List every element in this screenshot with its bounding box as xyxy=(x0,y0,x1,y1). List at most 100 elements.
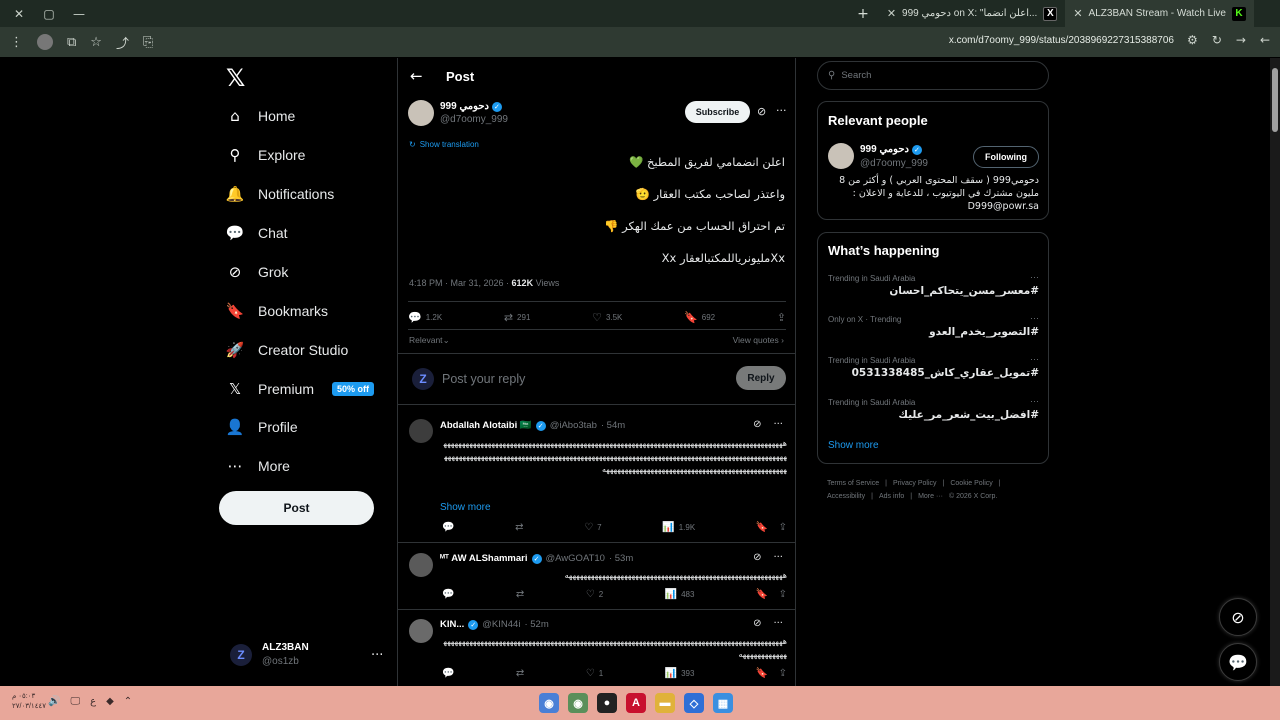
reply-item[interactable]: Abdallah Alotaibi 🇸🇦 ✓ @iAbo3tab · 54m ⊘… xyxy=(398,407,795,543)
nav-profile[interactable]: 👤 Profile xyxy=(226,412,298,442)
avatar[interactable] xyxy=(408,100,434,126)
minimize-window-icon[interactable]: — xyxy=(64,0,94,27)
back-arrow-icon[interactable]: ← xyxy=(410,67,423,85)
like-action[interactable]: ♡ 3.5K xyxy=(592,311,622,324)
views-action[interactable]: 📊 393 xyxy=(665,668,695,679)
views-action[interactable]: 📊 1.9K xyxy=(662,522,695,533)
trend-item[interactable]: Trending in Saudi Arabia ··· #معسر_مسن_ي… xyxy=(828,272,1039,297)
new-tab-button[interactable]: + xyxy=(847,6,879,22)
tab-kick-stream[interactable]: ✕ ALZ3BAN Stream - Watch Live K xyxy=(1065,0,1254,27)
show-translation-link[interactable]: ↻ Show translation xyxy=(409,140,479,149)
app-icon[interactable]: A xyxy=(626,693,646,713)
tab-x-post[interactable]: ✕ دحومي 999 on X: "اعلن انضما... X xyxy=(879,0,1066,27)
reply-action[interactable]: 💬 xyxy=(442,589,454,600)
avatar[interactable] xyxy=(409,553,433,577)
like-action[interactable]: ♡ 2 xyxy=(586,589,603,600)
scrollbar-thumb[interactable] xyxy=(1272,68,1278,132)
chat-fab-icon[interactable]: 💬 xyxy=(1219,643,1257,681)
app-icon[interactable]: ◇ xyxy=(684,693,704,713)
reply-button[interactable]: Reply xyxy=(736,366,786,390)
reply-author-name[interactable]: ᴹᵀ AW ALShammari xyxy=(440,553,528,564)
nav-notifications[interactable]: 🔔 Notifications xyxy=(226,179,335,209)
close-tab-icon[interactable]: ✕ xyxy=(1073,7,1082,20)
footer-link-privacy[interactable]: Privacy Policy xyxy=(893,480,937,487)
reply-item[interactable]: KIN... ✓ @KIN44i · 52m ⊘ ··· هههههههههههه… xyxy=(398,611,795,686)
close-window-icon[interactable]: ✕ xyxy=(4,0,34,27)
nav-bookmarks[interactable]: 🔖 Bookmarks xyxy=(226,296,328,326)
shield-icon[interactable]: ◆ xyxy=(106,696,114,707)
reply-item[interactable]: ᴹᵀ AW ALShammari ✓ @AwGOAT10 · 53m ⊘ ··· … xyxy=(398,544,795,610)
following-button[interactable]: Following xyxy=(973,146,1039,168)
trend-item[interactable]: Trending in Saudi Arabia ··· #افضل_بيت_ش… xyxy=(828,396,1039,421)
folder-icon[interactable]: ▬ xyxy=(655,693,675,713)
more-options-icon[interactable]: ··· xyxy=(773,618,783,629)
reply-sort-dropdown[interactable]: Relevant⌄ xyxy=(409,335,450,346)
search-input[interactable]: ⚲ Search xyxy=(817,61,1049,90)
avatar[interactable] xyxy=(409,419,433,443)
person-handle[interactable]: @d7oomy_999 xyxy=(860,158,928,169)
post-button[interactable]: Post xyxy=(219,491,374,525)
windows-icon[interactable]: ▦ xyxy=(713,693,733,713)
reply-action[interactable]: 💬 xyxy=(442,522,454,533)
reply-author-handle[interactable]: @AwGOAT10 xyxy=(546,553,605,564)
address-url[interactable]: x.com/d7oomy_999/status/2038969227315388… xyxy=(949,35,1174,46)
avatar[interactable] xyxy=(409,619,433,643)
maximize-window-icon[interactable]: ▢ xyxy=(34,0,64,27)
forward-icon[interactable]: → xyxy=(1236,33,1246,47)
like-action[interactable]: ♡ 1 xyxy=(586,668,603,679)
bookmark-star-icon[interactable]: ☆ xyxy=(90,35,102,50)
site-settings-icon[interactable]: ⚙ xyxy=(1187,33,1198,47)
page-scrollbar[interactable] xyxy=(1270,58,1280,686)
extensions-icon[interactable]: ⧉ xyxy=(67,35,76,50)
share-action[interactable]: ⇪ xyxy=(777,311,786,324)
footer-link-cookies[interactable]: Cookie Policy xyxy=(950,480,992,487)
reply-author-name[interactable]: Abdallah Alotaibi 🇸🇦 xyxy=(440,420,532,431)
more-options-icon[interactable]: ··· xyxy=(773,552,783,563)
footer-link-ads[interactable]: Ads info xyxy=(879,493,904,500)
footer-link-terms[interactable]: Terms of Service xyxy=(827,480,879,487)
network-icon[interactable]: 🖵 xyxy=(70,696,80,707)
reply-author-handle[interactable]: @iAbo3tab xyxy=(550,420,597,431)
menu-icon[interactable]: ⋮ xyxy=(10,35,23,50)
back-icon[interactable]: ← xyxy=(1260,33,1270,47)
show-more-link[interactable]: Show more xyxy=(440,502,491,513)
account-switcher[interactable]: Z ALZ3BAN @os1zb xyxy=(230,642,309,667)
more-options-icon[interactable]: ··· xyxy=(1030,354,1039,364)
more-options-icon[interactable]: ··· xyxy=(1030,396,1039,406)
nav-home[interactable]: ⌂ Home xyxy=(226,101,295,131)
grok-fab-icon[interactable]: ⊘ xyxy=(1219,598,1257,636)
reply-author-name[interactable]: KIN... xyxy=(440,619,464,630)
screenshot-icon[interactable]: ⎘ xyxy=(143,35,153,50)
chevron-up-icon[interactable]: ⌃ xyxy=(124,696,132,707)
more-options-icon[interactable]: ··· xyxy=(773,419,783,430)
profile-avatar[interactable] xyxy=(37,34,53,50)
share-icon[interactable]: ⤴ xyxy=(116,33,129,52)
grok-explain-icon[interactable]: ⊘ xyxy=(757,105,766,118)
like-action[interactable]: ♡ 7 xyxy=(584,522,601,533)
more-options-icon[interactable]: ··· xyxy=(1030,272,1039,282)
grok-explain-icon[interactable]: ⊘ xyxy=(753,552,761,563)
repost-action[interactable]: ⇄ xyxy=(516,589,524,600)
reply-author-handle[interactable]: @KIN44i xyxy=(482,619,520,630)
avatar[interactable] xyxy=(828,143,854,169)
reload-icon[interactable]: ↻ xyxy=(1212,33,1222,47)
bookmark-share-actions[interactable]: 🔖 ⇪ xyxy=(756,668,787,679)
repost-action[interactable]: ⇄ 291 xyxy=(504,311,531,324)
account-more-icon[interactable]: ··· xyxy=(371,648,383,663)
bookmark-share-actions[interactable]: 🔖 ⇪ xyxy=(756,522,787,533)
bookmark-action[interactable]: 🔖 692 xyxy=(684,311,715,324)
show-more-link[interactable]: Show more xyxy=(828,440,879,451)
subscribe-button[interactable]: Subscribe xyxy=(685,101,750,123)
bookmark-share-actions[interactable]: 🔖 ⇪ xyxy=(756,589,787,600)
post-timestamp[interactable]: 4:18 PM · Mar 31, 2026 · 612K Views xyxy=(409,278,559,288)
app-icon[interactable]: ◉ xyxy=(539,693,559,713)
app-icon[interactable]: ◉ xyxy=(568,693,588,713)
language-indicator[interactable]: ع xyxy=(90,696,96,707)
taskbar-clock[interactable]: ٠٥:٠٣ م ٢٧/٠٣/١٤٤٧ xyxy=(12,692,46,712)
nav-grok[interactable]: ⊘ Grok xyxy=(226,257,289,287)
x-logo-icon[interactable]: 𝕏 xyxy=(226,64,245,92)
obs-icon[interactable]: ● xyxy=(597,693,617,713)
views-action[interactable]: 📊 483 xyxy=(665,589,695,600)
grok-explain-icon[interactable]: ⊘ xyxy=(753,618,761,629)
repost-action[interactable]: ⇄ xyxy=(516,668,524,679)
